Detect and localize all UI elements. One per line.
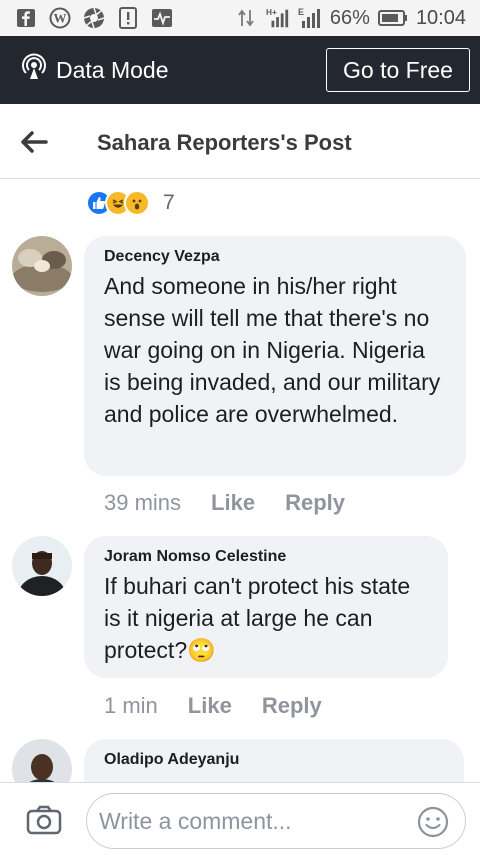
like-button[interactable]: Like (211, 490, 255, 516)
status-bar: W H+ E 66% 10:04 (0, 0, 480, 36)
svg-text:E: E (298, 7, 304, 17)
comment-text: And someone in his/her right sense will … (104, 273, 441, 427)
comment-author[interactable]: Oladipo Adeyanju (104, 751, 444, 769)
avatar[interactable] (12, 236, 72, 296)
like-button[interactable]: Like (188, 693, 232, 719)
facebook-icon (14, 7, 38, 29)
back-arrow-icon[interactable] (18, 128, 50, 156)
svg-text:W: W (54, 11, 67, 26)
aperture-icon (82, 7, 106, 29)
eye-roll-emoji: 🙄 (187, 637, 216, 663)
reaction-summary[interactable]: 7 (86, 190, 175, 216)
reaction-count: 7 (163, 191, 175, 214)
camera-icon[interactable] (26, 805, 62, 835)
broadcast-icon (20, 53, 48, 87)
activity-icon (150, 7, 174, 29)
svg-text:H+: H+ (266, 7, 277, 17)
wow-reaction-icon (124, 190, 150, 216)
clock: 10:04 (415, 6, 466, 29)
page-title: Sahara Reporters's Post (97, 130, 352, 155)
post-header: Sahara Reporters's Post (0, 106, 480, 179)
comment-time: 39 mins (104, 490, 182, 515)
avatar[interactable] (12, 536, 72, 596)
battery-icon (377, 7, 408, 29)
data-arrows-icon (234, 7, 258, 29)
comment-text: If buhari can't protect his state is it … (104, 570, 428, 666)
comment-author[interactable]: Joram Nomso Celestine (104, 548, 428, 566)
data-mode-label: Data Mode (56, 56, 169, 83)
go-to-free-button[interactable]: Go to Free (326, 48, 470, 92)
signal-h-plus-icon: H+ (266, 7, 290, 29)
alert-icon (116, 7, 140, 29)
comment-actions: 39 mins Like Reply (104, 490, 345, 516)
comment-actions: 1 min Like Reply (104, 693, 322, 719)
comment-composer: Write a comment... (0, 782, 480, 855)
battery-percent: 66% (329, 6, 370, 29)
comment-bubble[interactable]: Joram Nomso Celestine If buhari can't pr… (84, 536, 448, 678)
signal-e-icon: E (298, 7, 322, 29)
reply-button[interactable]: Reply (262, 693, 322, 719)
comment-input[interactable]: Write a comment... (86, 793, 466, 849)
reply-button[interactable]: Reply (285, 490, 345, 516)
comment-bubble[interactable]: Decency Vezpa And someone in his/her rig… (84, 236, 466, 476)
comment-author[interactable]: Decency Vezpa (104, 248, 446, 266)
comment-text-body: If buhari can't protect his state is it … (104, 573, 411, 663)
data-mode-banner: Data Mode Go to Free (0, 36, 480, 104)
wordpress-icon: W (48, 7, 72, 29)
emoji-icon[interactable] (417, 806, 449, 838)
comment-placeholder: Write a comment... (99, 807, 292, 834)
comment-time: 1 min (104, 693, 158, 718)
